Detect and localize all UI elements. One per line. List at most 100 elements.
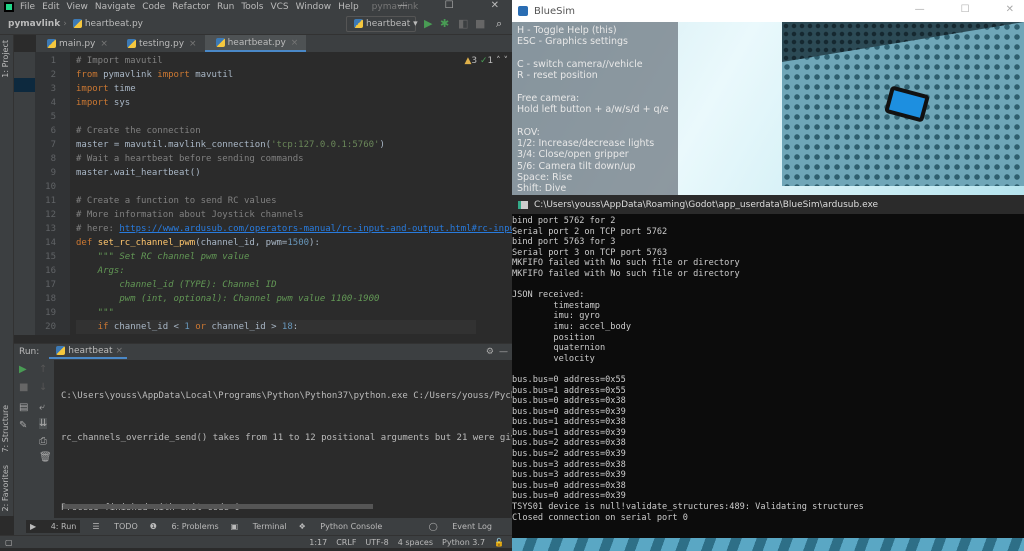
maximize-button[interactable]: ☐ [961, 4, 970, 15]
menu-navigate[interactable]: Navigate [95, 2, 135, 12]
code-token: channel_id < [108, 322, 185, 332]
code-line[interactable]: # Import mavutil [76, 54, 163, 68]
run-icon[interactable]: ▶ [424, 17, 432, 30]
code-line[interactable]: Args: [76, 264, 125, 278]
menu-view[interactable]: View [67, 2, 88, 12]
breadcrumb-project[interactable]: pymavlink [8, 19, 60, 29]
close-tab-icon[interactable]: × [189, 39, 197, 49]
bottom-tab-problems[interactable]: ❶ 6: Problems [150, 522, 219, 531]
code-line[interactable]: import time [76, 82, 136, 96]
line-separator[interactable]: CRLF [336, 538, 356, 547]
close-tab-icon[interactable]: × [115, 346, 123, 356]
run-config-dropdown[interactable]: heartbeat ▾ [346, 16, 418, 32]
tab-testing-py[interactable]: testing.py × [116, 35, 205, 52]
code-line[interactable]: """ Set RC channel pwm value [76, 250, 250, 264]
menu-tools[interactable]: Tools [241, 2, 263, 12]
code-line[interactable]: # More information about Joystick channe… [76, 208, 304, 222]
code-line[interactable]: # here: https://www.ardusub.com/operator… [76, 222, 512, 236]
bottom-tab-event-log[interactable]: ◯ Event Log [429, 522, 492, 531]
bluesim-window: BlueSim — ☐ ✕ H - Toggle Help (this) ESC -… [512, 0, 1024, 195]
layout-icon[interactable]: ▤ [19, 402, 28, 413]
lock-icon[interactable]: 🔓 [494, 538, 504, 547]
print-icon[interactable]: ⎙ [39, 436, 47, 447]
up-arrow-icon[interactable]: ↑ [39, 364, 47, 375]
search-icon[interactable]: ⌕ [496, 17, 502, 31]
code-line[interactable]: def set_rc_channel_pwm(channel_id, pwm=1… [76, 236, 320, 250]
code-token: https://www.ardusub.com/operators-manual… [119, 224, 512, 234]
code-line[interactable]: """ [76, 306, 114, 320]
scroll-to-end-icon[interactable]: ⇊ [39, 418, 48, 429]
soft-wrap-icon[interactable]: ⤶ [39, 402, 45, 413]
code-line[interactable]: master = mavutil.mavlink_connection('tcp… [76, 138, 385, 152]
close-button[interactable]: ✕ [1006, 4, 1014, 15]
file-encoding[interactable]: UTF-8 [365, 538, 388, 547]
code-token: def [76, 238, 98, 248]
bluesim-titlebar: BlueSim — ☐ ✕ [512, 0, 1024, 22]
horizontal-scrollbar[interactable] [63, 504, 373, 509]
line-number: 5 [50, 112, 56, 122]
run-output[interactable]: C:\Users\youss\AppData\Local\Programs\Py… [61, 361, 522, 543]
stop-icon[interactable]: ■ [475, 17, 485, 30]
layout-toggle-icon[interactable]: ▢ [5, 538, 13, 547]
code-line[interactable]: import sys [76, 96, 130, 110]
output-line: C:\Users\youss\AppData\Local\Programs\Py… [61, 391, 522, 401]
debug-icon[interactable]: ✱ [440, 17, 449, 30]
console-output[interactable]: bind port 5762 for 2 Serial port 2 on TC… [512, 216, 864, 523]
coverage-icon[interactable]: ◧ [458, 17, 468, 30]
code-token: (channel_id, pwm= [195, 238, 288, 248]
stop-icon[interactable]: ■ [19, 382, 28, 393]
code-line[interactable]: # Create a function to send RC values [76, 194, 276, 208]
menu-window[interactable]: Window [296, 2, 332, 12]
hide-icon[interactable]: — [499, 347, 508, 357]
indent-setting[interactable]: 4 spaces [398, 538, 433, 547]
run-panel-header: Run: heartbeat × ⚙ — [14, 344, 512, 360]
menu-help[interactable]: Help [338, 2, 359, 12]
run-panel: Run: heartbeat × ⚙ — ▶ ■ ▤ ✎ ↑ ↓ ⤶ ⇊ ⎙ 🗑… [14, 343, 522, 519]
structure-tool-tab[interactable]: 7: Structure [1, 405, 10, 453]
caret-position[interactable]: 1:17 [309, 538, 327, 547]
code-line[interactable]: channel_id (TYPE): Channel ID [76, 278, 276, 292]
favorites-tool-tab[interactable]: 2: Favorites [1, 465, 10, 511]
close-tab-icon[interactable]: × [291, 38, 299, 48]
menu-file[interactable]: File [20, 2, 35, 12]
tab-main-py[interactable]: main.py × [36, 35, 116, 52]
inspection-widget[interactable]: ▲3 ✓1 ˄ ˅ [464, 56, 508, 66]
python-interpreter[interactable]: Python 3.7 [442, 538, 485, 547]
down-arrow-icon[interactable]: ↓ [39, 382, 47, 393]
trash-icon[interactable]: 🗑 [39, 452, 52, 463]
code-line[interactable]: pwm (int, optional): Channel pwm value 1… [76, 292, 379, 306]
tab-heartbeat-py[interactable]: heartbeat.py × [204, 35, 307, 52]
project-tool-tab[interactable]: 1: Project [1, 40, 10, 78]
code-line[interactable]: if channel_id < 1 or channel_id > 18: [76, 320, 476, 334]
menu-run[interactable]: Run [217, 2, 234, 12]
close-tab-icon[interactable]: × [100, 39, 108, 49]
code-token: set_rc_channel_pwm [97, 238, 196, 248]
breadcrumb-file[interactable]: heartbeat.py [85, 19, 143, 29]
line-number: 20 [45, 322, 56, 332]
code-line[interactable]: # Create the connection [76, 124, 201, 138]
check-icon: ✓ [479, 56, 488, 66]
simulation-viewport[interactable]: H - Toggle Help (this) ESC - Graphics se… [512, 22, 1024, 195]
minimize-button[interactable]: — [398, 0, 408, 11]
code-line[interactable]: from pymavlink import mavutil [76, 68, 233, 82]
ok-count: 1 [487, 56, 494, 66]
menu-vcs[interactable]: VCS [270, 2, 288, 12]
close-button[interactable]: ✕ [491, 0, 499, 11]
bottom-tab-run[interactable]: ▶ 4: Run [26, 520, 81, 533]
menu-refactor[interactable]: Refactor [172, 2, 210, 12]
maximize-button[interactable]: ☐ [445, 0, 454, 11]
rerun-icon[interactable]: ▶ [19, 364, 27, 375]
menu-edit[interactable]: Edit [42, 2, 59, 12]
bottom-tab-python-console[interactable]: ❖ Python Console [299, 522, 383, 531]
code-line[interactable]: master.wait_heartbeat() [76, 166, 201, 180]
code-editor[interactable]: ▲3 ✓1 ˄ ˅ # Import mavutil from pymavlink… [70, 52, 512, 335]
minimize-button[interactable]: — [915, 4, 925, 15]
menu-code[interactable]: Code [142, 2, 165, 12]
project-panel[interactable] [14, 52, 35, 335]
bottom-tab-todo[interactable]: ☰ TODO [92, 522, 137, 531]
bottom-tab-terminal[interactable]: ▣ Terminal [231, 522, 287, 531]
pin-icon[interactable]: ✎ [19, 420, 27, 431]
run-tab-heartbeat[interactable]: heartbeat × [49, 345, 127, 359]
code-line[interactable]: # Wait a heartbeat before sending comman… [76, 152, 304, 166]
gear-icon[interactable]: ⚙ [486, 347, 494, 357]
